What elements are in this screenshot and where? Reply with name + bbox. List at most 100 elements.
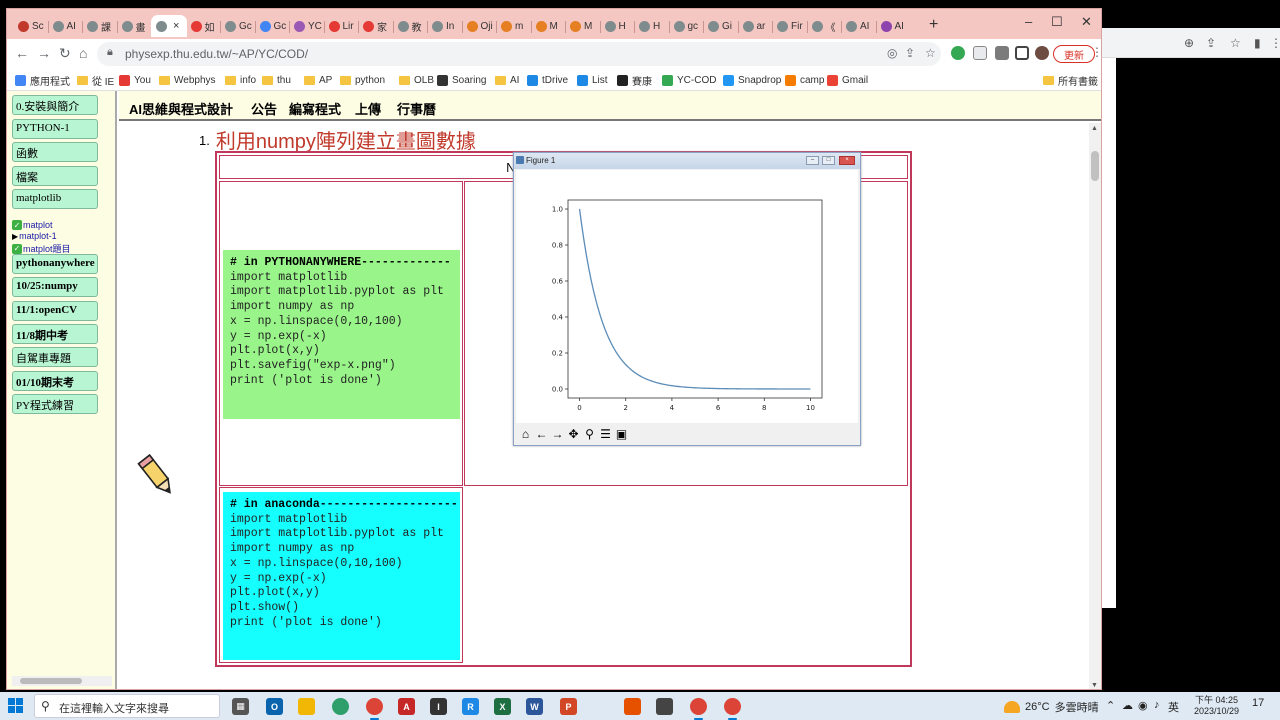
bookmark-item[interactable]: AP xyxy=(304,72,332,88)
excel-icon[interactable]: X xyxy=(494,698,511,715)
avatar[interactable] xyxy=(1035,46,1049,60)
new-tab-button[interactable]: + xyxy=(929,16,938,34)
acrobat-icon[interactable]: A xyxy=(398,698,415,715)
zoom-icon[interactable]: ⚲ xyxy=(583,427,596,441)
bookmark-item[interactable]: Snapdrop xyxy=(723,72,781,88)
sidebar-item[interactable]: 函數 xyxy=(12,142,98,162)
sidebar-item[interactable]: PYTHON-1 xyxy=(12,118,98,139)
browser-tab[interactable]: 畫 xyxy=(117,15,151,37)
bookmark-item[interactable]: thu xyxy=(262,72,291,88)
close-tab-icon[interactable]: × xyxy=(173,20,179,32)
browser-tab[interactable]: AI xyxy=(841,15,875,37)
bookmark-item[interactable]: python xyxy=(340,72,385,88)
top-menu-item[interactable]: 行事曆 xyxy=(397,99,436,118)
zoom-icon[interactable]: ⊕ xyxy=(1184,36,1194,50)
save-icon[interactable]: ▣ xyxy=(615,427,628,441)
sidebar-item[interactable]: PY程式練習 xyxy=(12,393,98,414)
browser-tab[interactable]: Lir xyxy=(324,15,358,37)
top-menu-item[interactable]: 編寫程式 xyxy=(289,99,341,118)
input-method[interactable]: 英 xyxy=(1168,699,1179,715)
vertical-scrollbar[interactable]: ▲ ▼ xyxy=(1089,123,1101,689)
bookmark-item[interactable]: List xyxy=(577,72,608,88)
menu-icon[interactable]: ⋮ xyxy=(1091,45,1101,59)
browser-tab[interactable]: Sc xyxy=(13,15,47,37)
figure-title-bar[interactable]: Figure 1 – □ × xyxy=(514,153,860,169)
minimize-button[interactable]: – xyxy=(806,156,819,165)
browser-tab[interactable]: M xyxy=(565,15,599,37)
sidebar-item[interactable]: 自駕車專題 xyxy=(12,347,98,368)
browser-tab[interactable]: × xyxy=(151,15,187,37)
address-bar[interactable]: 🔒︎ physexp.thu.edu.tw/~AP/YC/COD/ ◎ ⇪ ☆ xyxy=(97,42,941,66)
chrome-icon[interactable] xyxy=(366,698,383,720)
notification-count[interactable]: 17 xyxy=(1252,697,1264,709)
browser-tab[interactable]: M xyxy=(531,15,565,37)
bookmark-item[interactable]: Soaring xyxy=(437,72,486,88)
sidebar-item[interactable]: matplotlib xyxy=(12,189,98,209)
scroll-down-icon[interactable]: ▼ xyxy=(1091,682,1098,689)
extension-icon[interactable] xyxy=(951,46,965,60)
sidebar-item[interactable]: 10/25:numpy xyxy=(12,277,98,298)
browser-tab[interactable]: 教 xyxy=(393,15,427,37)
inkscape-icon[interactable]: I xyxy=(430,698,447,715)
snipping-icon[interactable] xyxy=(656,698,673,715)
sidebar-sublink[interactable]: ✓ matplot xyxy=(12,220,53,230)
bookmark-item[interactable]: Webphys xyxy=(159,72,216,88)
browser-tab[interactable]: ar xyxy=(738,15,772,37)
close-button[interactable]: × xyxy=(839,156,855,165)
task-view-icon[interactable]: ▦ xyxy=(232,698,249,715)
bookmark-item[interactable]: tDrive xyxy=(527,72,568,88)
clock[interactable]: 下午 04:25 2023/10/29 xyxy=(1194,695,1239,717)
scroll-up-icon[interactable]: ▲ xyxy=(1091,125,1098,132)
back-icon[interactable]: ← xyxy=(535,427,548,441)
tray-chevron-icon[interactable]: ⌃ xyxy=(1106,699,1115,712)
start-button[interactable] xyxy=(8,698,24,714)
share-icon[interactable]: ⇪ xyxy=(905,46,915,60)
word-icon[interactable]: W xyxy=(526,698,543,715)
all-bookmarks[interactable]: 所有書籤 xyxy=(1043,72,1098,88)
site-info-icon[interactable]: 🔒︎ xyxy=(107,46,113,59)
qt-icon[interactable]: R xyxy=(462,698,479,715)
chrome-icon[interactable] xyxy=(690,698,707,720)
sidebar-item[interactable]: 0.安裝與簡介 xyxy=(12,95,98,115)
file-explorer-icon[interactable] xyxy=(298,698,315,715)
bookmark-star-icon[interactable]: ☆ xyxy=(925,46,936,60)
star-icon[interactable]: ☆ xyxy=(1230,36,1241,50)
back-icon[interactable]: ← xyxy=(15,45,29,61)
bookmark-item[interactable]: 從 IE xyxy=(77,72,114,88)
bookmark-item[interactable]: camp xyxy=(785,72,824,88)
sidebar-item[interactable]: 11/1:openCV xyxy=(12,300,98,321)
browser-tab[interactable]: 家 xyxy=(358,15,392,37)
share-icon[interactable]: ⇪ xyxy=(1206,36,1216,50)
code-block-anaconda[interactable]: # in anaconda-------------------- import… xyxy=(223,492,460,660)
maximize-button[interactable]: ☐ xyxy=(1051,14,1063,30)
code-block-pythonanywhere[interactable]: # in PYTHONANYWHERE------------- import … xyxy=(223,250,460,419)
weather-widget[interactable]: 26°C 多雲時晴 xyxy=(1004,699,1099,715)
bookmark-item[interactable]: AI xyxy=(495,72,519,88)
browser-tab[interactable]: Fir xyxy=(772,15,806,37)
forward-icon[interactable]: → xyxy=(37,45,51,61)
browser-tab[interactable]: AI xyxy=(876,15,910,37)
browser-tab[interactable]: Gc xyxy=(255,15,289,37)
browser-tab[interactable]: 如 xyxy=(186,15,220,37)
edge-icon[interactable] xyxy=(332,698,349,715)
pan-icon[interactable]: ✥ xyxy=(567,427,580,441)
browser-tab[interactable]: YC xyxy=(289,15,323,37)
reload-icon[interactable]: ↻ xyxy=(59,45,71,62)
browser-tab[interactable]: Oji xyxy=(462,15,496,37)
extension-icon[interactable] xyxy=(973,46,987,60)
network-icon[interactable]: ◉ xyxy=(1138,699,1148,712)
bookmark-item[interactable]: OLB xyxy=(399,72,434,88)
browser-tab[interactable]: AI xyxy=(48,15,82,37)
top-menu-item[interactable]: 公告 xyxy=(251,99,277,118)
sidebar-icon[interactable]: ▮ xyxy=(1254,36,1261,50)
forward-icon[interactable]: → xyxy=(551,427,564,441)
configure-icon[interactable]: ☰ xyxy=(599,427,612,441)
browser-tab[interactable]: Gi xyxy=(703,15,737,37)
update-button[interactable]: 更新 xyxy=(1053,45,1095,63)
home-icon[interactable]: ⌂ xyxy=(519,427,532,441)
scroll-thumb[interactable] xyxy=(20,678,82,684)
taskbar-search[interactable]: ⚲ 在這裡輸入文字來搜尋 xyxy=(34,694,220,718)
sidebar-item[interactable]: 01/10期末考 xyxy=(12,370,98,391)
browser-tab[interactable]: H xyxy=(634,15,668,37)
chrome-icon[interactable] xyxy=(724,698,741,720)
